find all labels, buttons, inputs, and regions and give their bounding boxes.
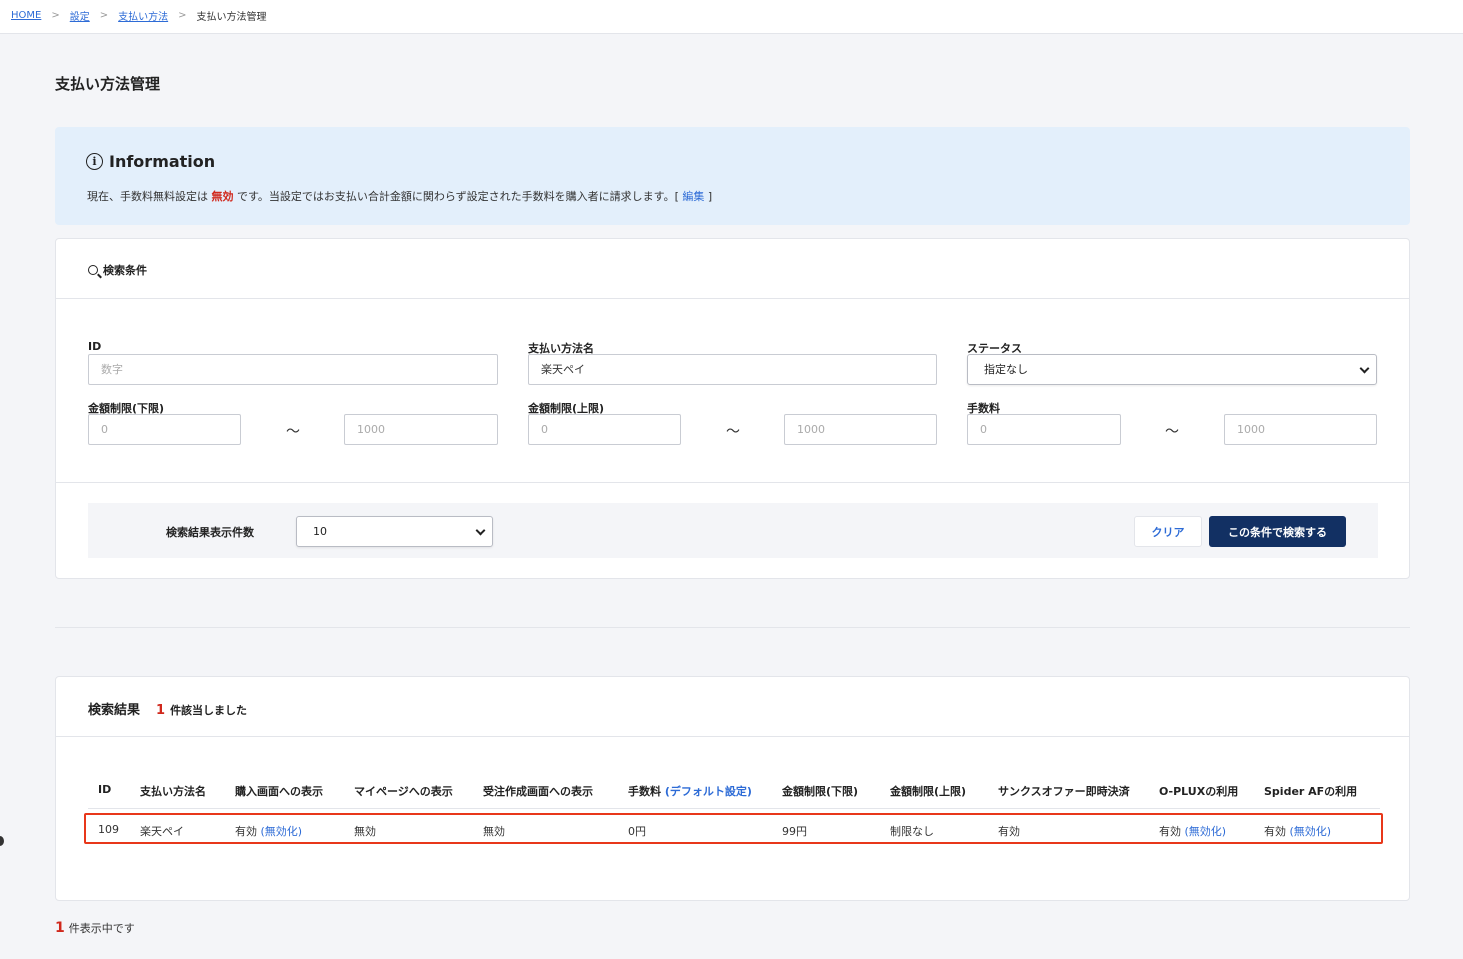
column-header-mypage-display: マイページへの表示: [354, 785, 453, 798]
column-header-max-amount: 金額制限(上限): [890, 785, 967, 798]
information-text: 現在、手数料無料設定は 無効 です。当設定ではお支払い合計金額に関わらず設定され…: [87, 188, 712, 204]
range-tilde: 〜: [726, 424, 740, 440]
section-divider: [55, 627, 1410, 628]
divider: [56, 298, 1409, 299]
information-title: Information: [109, 152, 216, 171]
breadcrumb-separator: >: [51, 10, 60, 21]
status-select-value: 指定なし: [984, 363, 1028, 376]
search-conditions-card: 検索条件 ID 数字 支払い方法名 楽天ペイ ステータス 指定なし 金額制限(下…: [55, 238, 1410, 579]
id-label: ID: [88, 340, 102, 353]
column-header-oplux: O-PLUXの利用: [1159, 785, 1239, 798]
results-title: 検索結果: [88, 703, 141, 718]
displayed-count-number: 1: [55, 920, 65, 936]
breadcrumb-separator: >: [99, 10, 109, 21]
column-header-fee-label: 手数料: [628, 785, 661, 798]
per-page-select[interactable]: 10: [296, 516, 493, 547]
chevron-down-icon: [1359, 363, 1370, 374]
edit-link[interactable]: 編集: [682, 190, 704, 203]
chevron-down-icon: [475, 525, 486, 536]
search-conditions-header: 検索条件: [88, 262, 147, 278]
range-tilde: 〜: [286, 424, 300, 440]
range-tilde: 〜: [1165, 424, 1179, 440]
clear-button[interactable]: クリア: [1134, 516, 1202, 547]
info-icon: i: [86, 153, 103, 170]
row-highlight-outline: [84, 813, 1383, 844]
column-header-purchase-display: 購入画面への表示: [235, 785, 323, 798]
fee-default-settings-link[interactable]: (デフォルト設定): [665, 785, 752, 798]
page-title: 支払い方法管理: [55, 75, 161, 93]
top-bar: HOME > 設定 > 支払い方法 > 支払い方法管理: [0, 0, 1463, 34]
breadcrumb-home-link[interactable]: HOME: [11, 10, 41, 21]
max-amount-from-input[interactable]: 0: [528, 414, 681, 445]
breadcrumb-current: 支払い方法管理: [196, 12, 267, 23]
divider: [56, 482, 1409, 483]
edge-handle: [0, 836, 4, 846]
fee-free-status: 無効: [211, 190, 234, 203]
min-amount-from-input[interactable]: 0: [88, 414, 241, 445]
information-text-suffix: です。当設定ではお支払い合計金額に関わらず設定された手数料を購入者に請求します。…: [237, 190, 679, 203]
search-icon: [88, 265, 98, 275]
column-header-name: 支払い方法名: [140, 785, 206, 798]
information-text-prefix: 現在、手数料無料設定は: [87, 190, 208, 203]
divider: [56, 736, 1409, 737]
breadcrumb-settings-link[interactable]: 設定: [70, 8, 90, 23]
information-text-close: ]: [707, 190, 713, 203]
information-panel: i Information 現在、手数料無料設定は 無効 です。当設定ではお支払…: [55, 127, 1410, 225]
per-page-select-value: 10: [313, 525, 327, 538]
column-header-order-display: 受注作成画面への表示: [483, 785, 593, 798]
column-header-thanks-offer: サンクスオファー即時決済: [998, 785, 1130, 798]
table-header-divider: [88, 808, 1380, 809]
search-action-bar: 検索結果表示件数 10 クリア この条件で検索する: [88, 503, 1378, 558]
fee-from-input[interactable]: 0: [967, 414, 1121, 445]
column-header-min-amount: 金額制限(下限): [782, 785, 859, 798]
breadcrumb-payment-methods-link[interactable]: 支払い方法: [118, 8, 168, 23]
column-header-spider-af: Spider AFの利用: [1264, 785, 1358, 798]
breadcrumb: HOME > 設定 > 支払い方法 > 支払い方法管理: [11, 8, 267, 23]
displayed-count-text: 件表示中です: [68, 922, 135, 935]
results-header: 検索結果 1 件該当しました: [88, 699, 247, 718]
fee-to-input[interactable]: 1000: [1224, 414, 1377, 445]
payment-name-input[interactable]: 楽天ペイ: [528, 354, 937, 385]
results-count: 1: [156, 703, 166, 718]
search-results-card: 検索結果 1 件該当しました ID 支払い方法名 購入画面への表示 マイページへ…: [55, 676, 1410, 901]
search-button[interactable]: この条件で検索する: [1209, 516, 1346, 547]
search-conditions-title: 検索条件: [103, 264, 147, 277]
status-select[interactable]: 指定なし: [967, 354, 1377, 385]
id-input[interactable]: 数字: [88, 354, 498, 385]
column-header-fee: 手数料 (デフォルト設定): [628, 783, 752, 799]
min-amount-to-input[interactable]: 1000: [344, 414, 498, 445]
column-header-id: ID: [98, 783, 112, 796]
breadcrumb-separator: >: [178, 10, 187, 21]
results-count-suffix: 件該当しました: [170, 704, 248, 717]
displayed-count: 1 件表示中です: [55, 920, 135, 936]
max-amount-to-input[interactable]: 1000: [784, 414, 937, 445]
per-page-label: 検索結果表示件数: [166, 526, 254, 539]
